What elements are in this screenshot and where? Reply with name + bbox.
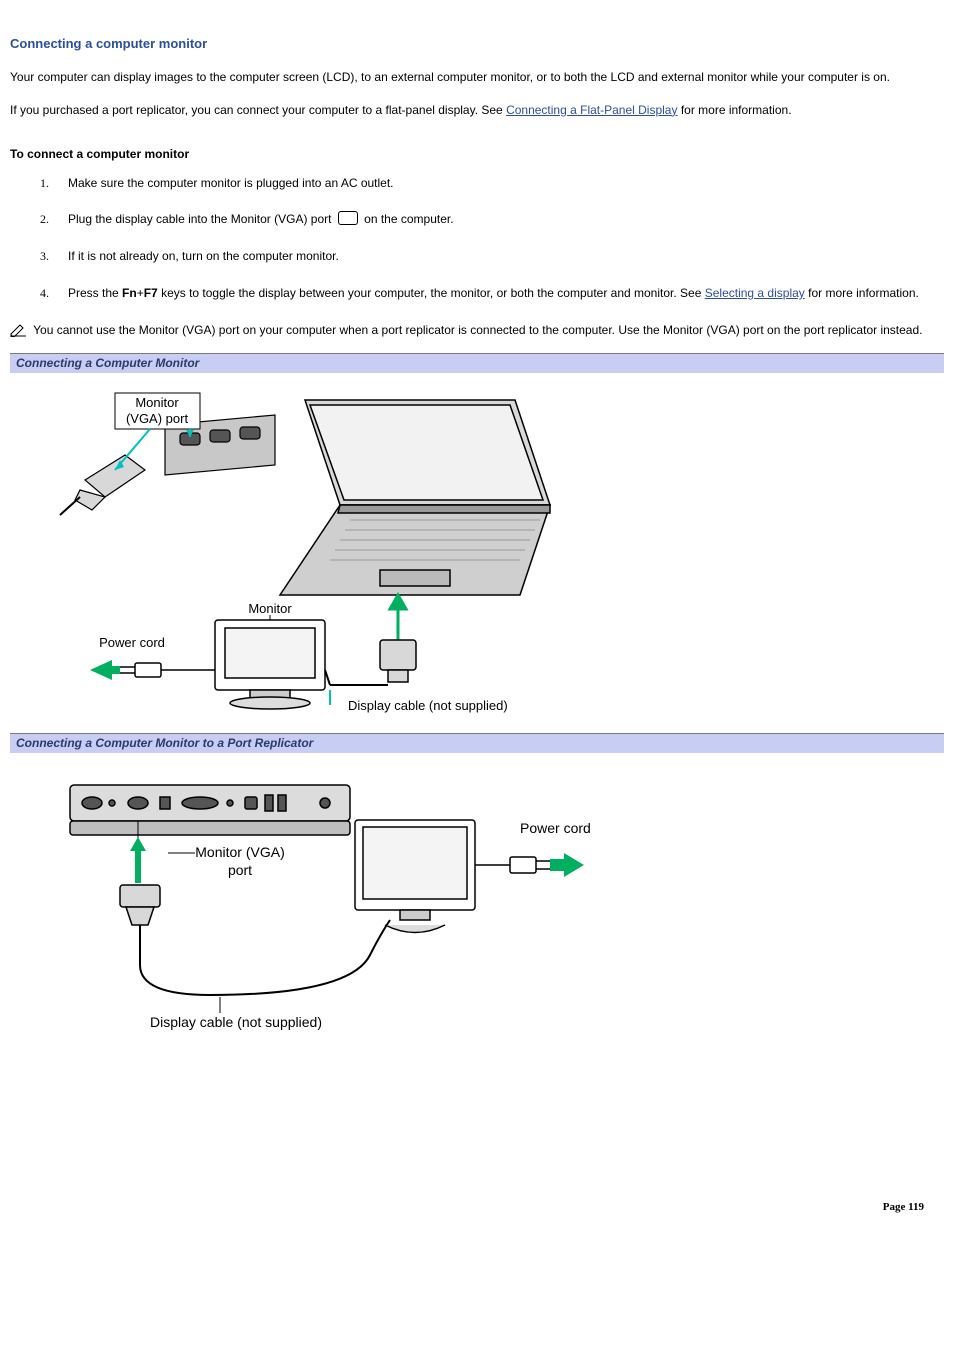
intro-paragraph-1: Your computer can display images to the … (10, 69, 944, 86)
svg-text:Power cord: Power cord (520, 820, 591, 836)
page-label: Page (883, 1201, 908, 1213)
svg-text:(VGA) port: (VGA) port (126, 411, 189, 426)
key-fn: Fn (122, 286, 137, 300)
text: for more information. (805, 286, 919, 300)
flat-panel-link[interactable]: Connecting a Flat-Panel Display (506, 103, 677, 117)
pencil-note-icon (10, 323, 28, 337)
page-num: 119 (908, 1201, 924, 1213)
figure-caption-1: Connecting a Computer Monitor (10, 353, 944, 373)
step-3: If it is not already on, turn on the com… (40, 248, 944, 265)
svg-text:Power cord: Power cord (99, 635, 165, 650)
vga-port-icon (338, 211, 358, 225)
text: Press the (68, 286, 122, 300)
text: If you purchased a port replicator, you … (10, 103, 506, 117)
figure-1: Monitor (VGA) port Monitor Power cord (50, 385, 944, 715)
step-4: Press the Fn+F7 keys to toggle the displ… (40, 285, 944, 302)
svg-text:Display cable (not supplied): Display cable (not supplied) (150, 1014, 322, 1030)
selecting-display-link[interactable]: Selecting a display (705, 286, 805, 300)
svg-text:Monitor: Monitor (248, 601, 292, 616)
section-title: Connecting a computer monitor (10, 36, 944, 51)
steps-list: Make sure the computer monitor is plugge… (40, 175, 944, 302)
step-2: Plug the display cable into the Monitor … (40, 211, 944, 228)
fig1-vga-label: Monitor (135, 395, 179, 410)
sub-heading: To connect a computer monitor (10, 147, 944, 161)
note: You cannot use the Monitor (VGA) port on… (10, 322, 944, 339)
intro-paragraph-2: If you purchased a port replicator, you … (10, 102, 944, 119)
text: for more information. (677, 103, 791, 117)
figure-2: Monitor (VGA) port Power cord (50, 765, 944, 1045)
text: keys to toggle the display between your … (158, 286, 705, 300)
text: + (137, 286, 144, 300)
svg-text:port: port (228, 862, 252, 878)
svg-text:Monitor (VGA): Monitor (VGA) (195, 844, 284, 860)
key-f7: F7 (144, 286, 158, 300)
text: on the computer. (361, 212, 454, 226)
page-number: Page 119 (883, 1201, 924, 1213)
text: Plug the display cable into the Monitor … (68, 212, 335, 226)
step-1: Make sure the computer monitor is plugge… (40, 175, 944, 192)
svg-text:Display cable (not supplied): Display cable (not supplied) (348, 698, 508, 713)
note-text: You cannot use the Monitor (VGA) port on… (30, 323, 922, 337)
figure-caption-2: Connecting a Computer Monitor to a Port … (10, 733, 944, 753)
